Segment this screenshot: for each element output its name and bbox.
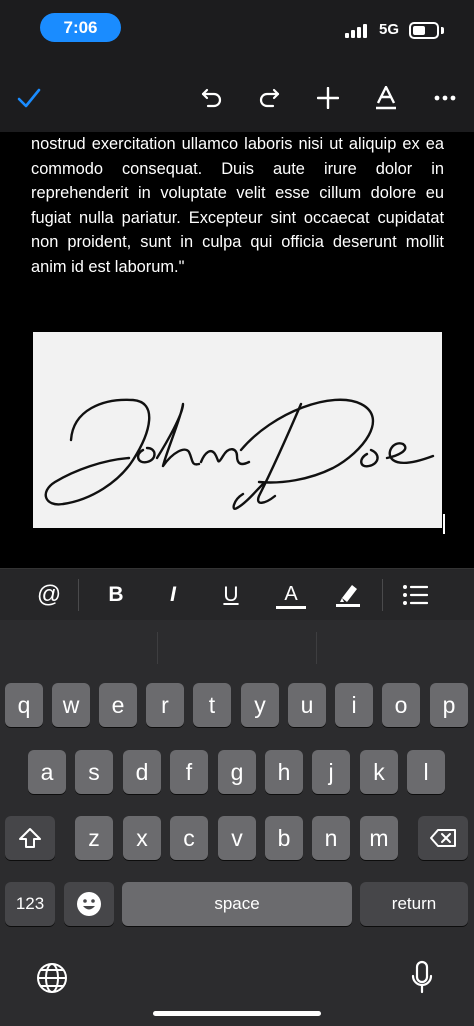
list-button[interactable]: [395, 575, 435, 615]
shift-icon: [19, 828, 41, 848]
key-w[interactable]: w: [52, 683, 90, 727]
battery-tip: [441, 27, 444, 34]
plus-icon: [317, 87, 339, 109]
key-g[interactable]: g: [218, 750, 256, 794]
key-p[interactable]: p: [430, 683, 468, 727]
key-y[interactable]: y: [241, 683, 279, 727]
numbers-key[interactable]: 123: [5, 882, 55, 926]
text-color-icon: A: [276, 582, 306, 609]
mention-button[interactable]: @: [29, 575, 69, 615]
checkmark-icon: [17, 88, 41, 108]
text-color-button[interactable]: A: [271, 575, 311, 615]
more-options-button[interactable]: [425, 78, 465, 118]
key-i[interactable]: i: [335, 683, 373, 727]
list-icon: [403, 585, 428, 605]
emoji-icon: [77, 892, 101, 916]
signature-drawing: [44, 398, 435, 510]
key-z[interactable]: z: [75, 816, 113, 860]
key-f[interactable]: f: [170, 750, 208, 794]
highlight-button[interactable]: [328, 575, 368, 615]
home-indicator[interactable]: [153, 1011, 321, 1016]
delete-icon: [430, 829, 456, 847]
text-format-button[interactable]: [366, 78, 406, 118]
status-bar: 7:06 5G: [0, 0, 474, 64]
key-b[interactable]: b: [265, 816, 303, 860]
key-n[interactable]: n: [312, 816, 350, 860]
key-c[interactable]: c: [170, 816, 208, 860]
keyboard: q w e r t y u i o p a s d f g h j k l z …: [0, 620, 474, 1026]
space-key[interactable]: space: [122, 882, 352, 926]
key-s[interactable]: s: [75, 750, 113, 794]
underline-button[interactable]: U: [211, 575, 251, 615]
redo-button[interactable]: [249, 78, 289, 118]
text-format-icon: [376, 86, 396, 110]
delete-key[interactable]: [418, 816, 468, 860]
signature-image[interactable]: [33, 332, 442, 528]
highlighter-icon: [336, 585, 360, 607]
emoji-key[interactable]: [64, 882, 114, 926]
italic-button[interactable]: I: [153, 575, 193, 615]
editor-toolbar: [0, 64, 474, 132]
key-a[interactable]: a: [28, 750, 66, 794]
microphone-icon: [411, 960, 433, 994]
key-l[interactable]: l: [407, 750, 445, 794]
battery-icon: [409, 22, 439, 39]
key-t[interactable]: t: [193, 683, 231, 727]
format-bar: @ B I U A: [0, 568, 474, 620]
key-r[interactable]: r: [146, 683, 184, 727]
status-time: 7:06: [40, 13, 121, 42]
globe-icon: [37, 963, 67, 993]
format-divider: [382, 579, 383, 611]
key-h[interactable]: h: [265, 750, 303, 794]
format-divider: [78, 579, 79, 611]
globe-button[interactable]: [32, 958, 72, 998]
dictation-button[interactable]: [402, 958, 442, 998]
bold-button[interactable]: B: [96, 575, 136, 615]
key-d[interactable]: d: [123, 750, 161, 794]
key-j[interactable]: j: [312, 750, 350, 794]
text-cursor: [443, 514, 445, 534]
key-e[interactable]: e: [99, 683, 137, 727]
insert-button[interactable]: [308, 78, 348, 118]
key-u[interactable]: u: [288, 683, 326, 727]
cellular-signal-icon: [345, 24, 369, 38]
key-x[interactable]: x: [123, 816, 161, 860]
more-icon: [434, 95, 456, 101]
prediction-divider: [316, 632, 317, 664]
undo-icon: [201, 88, 222, 108]
undo-button[interactable]: [192, 78, 232, 118]
key-q[interactable]: q: [5, 683, 43, 727]
document-paragraph[interactable]: nostrud exercitation ullamco laboris nis…: [31, 132, 444, 279]
redo-icon: [259, 88, 280, 108]
return-key[interactable]: return: [360, 882, 468, 926]
key-v[interactable]: v: [218, 816, 256, 860]
document-body[interactable]: nostrud exercitation ullamco laboris nis…: [0, 132, 474, 568]
done-button[interactable]: [9, 78, 49, 118]
key-k[interactable]: k: [360, 750, 398, 794]
key-m[interactable]: m: [360, 816, 398, 860]
key-o[interactable]: o: [382, 683, 420, 727]
network-type: 5G: [379, 21, 400, 38]
shift-key[interactable]: [5, 816, 55, 860]
prediction-divider: [157, 632, 158, 664]
